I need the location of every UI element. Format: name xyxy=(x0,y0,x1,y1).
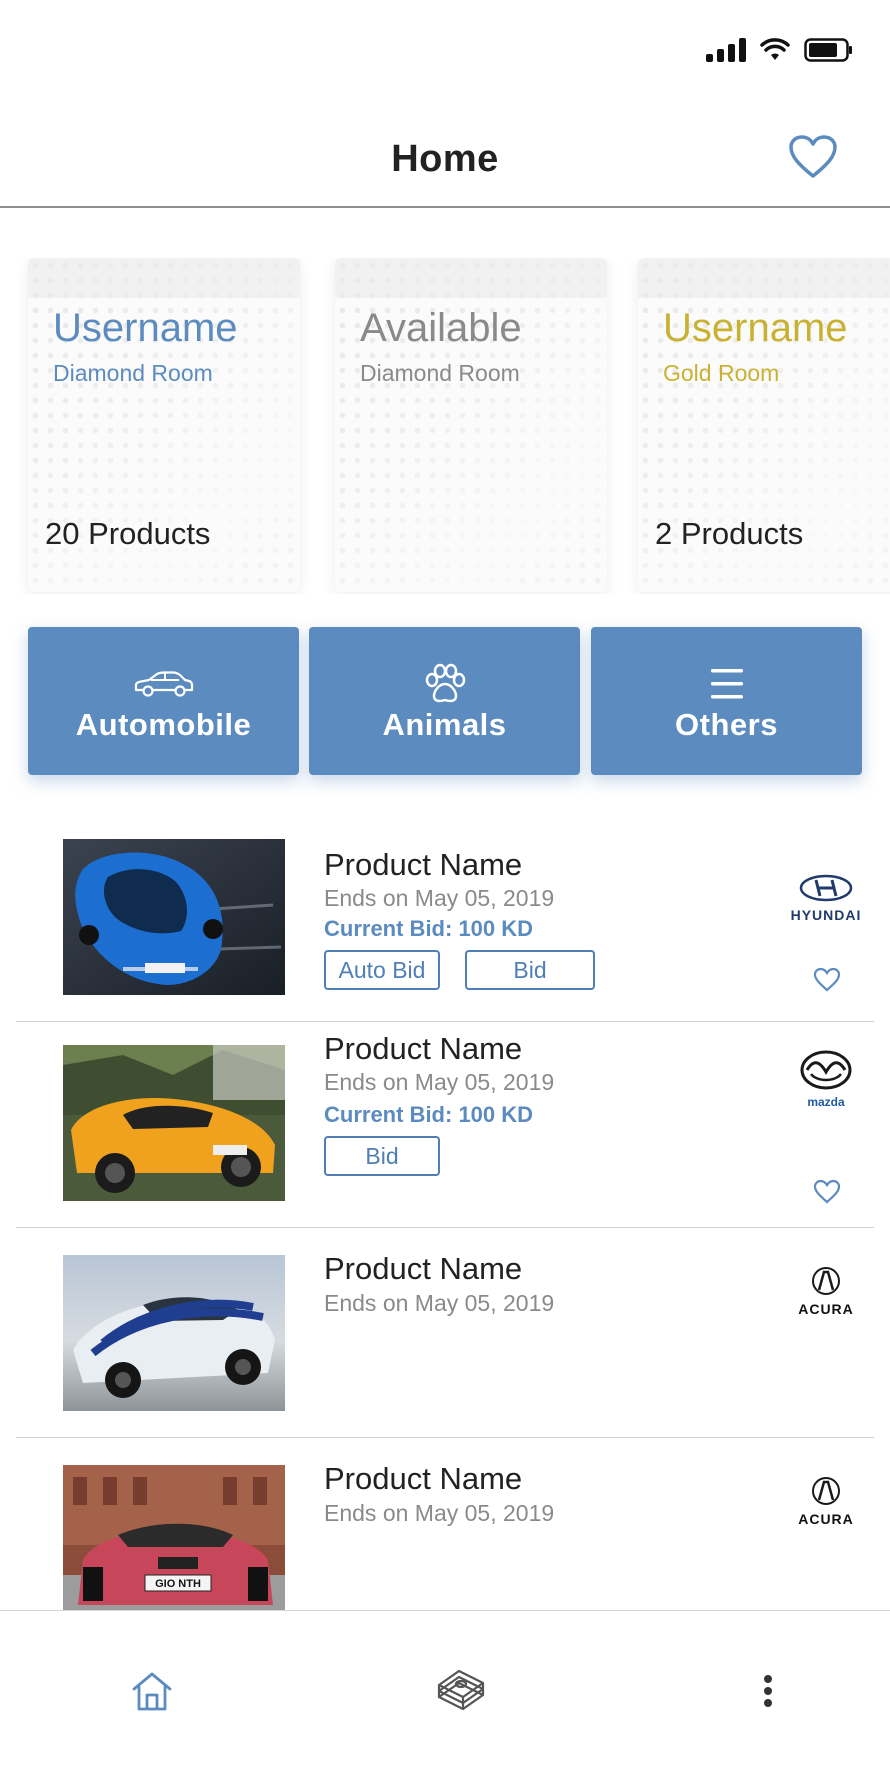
product-row[interactable]: Product Name Ends on May 05, 2019 Curren… xyxy=(16,820,874,1022)
product-row[interactable]: Product Name Ends on May 05, 2019 Curren… xyxy=(16,1022,874,1228)
status-icons xyxy=(706,38,854,62)
product-name: Product Name xyxy=(324,1251,523,1286)
bid-button[interactable]: Bid xyxy=(324,1136,440,1176)
brand-logo: mazda xyxy=(776,1050,876,1109)
red-car-photo: GIO NTH xyxy=(63,1465,285,1610)
more-vertical-icon xyxy=(764,1675,772,1707)
favorites-heart-icon[interactable] xyxy=(788,134,838,180)
brand-logo: HYUNDAI xyxy=(776,874,876,923)
category-label: Others xyxy=(675,707,778,742)
orange-car-photo xyxy=(63,1045,285,1201)
product-image[interactable]: GIO NTH xyxy=(63,1465,285,1610)
category-others-button[interactable]: Others xyxy=(591,627,862,775)
category-buttons: Automobile Animals Others xyxy=(28,627,862,775)
product-end-date: Ends on May 05, 2019 xyxy=(324,1500,555,1526)
product-name: Product Name xyxy=(324,1031,523,1066)
mazda-logo-icon xyxy=(800,1050,852,1090)
brand-name: HYUNDAI xyxy=(790,907,862,923)
product-list: Product Name Ends on May 05, 2019 Curren… xyxy=(0,820,890,1610)
product-row[interactable]: GIO NTH Product Name Ends on May 05, 201… xyxy=(16,1438,874,1610)
brand-name: mazda xyxy=(807,1095,845,1109)
nav-more-button[interactable] xyxy=(738,1661,798,1721)
acura-logo-icon xyxy=(812,1267,840,1295)
room-subtitle: Diamond Room xyxy=(53,360,213,386)
bid-button[interactable]: Bid xyxy=(465,950,595,990)
favorite-heart-icon[interactable] xyxy=(813,967,841,993)
license-plate-text: GIO NTH xyxy=(155,1578,201,1590)
brand-logo: ACURA xyxy=(776,1266,876,1317)
wifi-icon xyxy=(760,38,790,60)
brand-logo: ACURA xyxy=(776,1476,876,1527)
product-name: Product Name xyxy=(324,1461,523,1496)
menu-icon xyxy=(710,669,743,699)
category-animals-button[interactable]: Animals xyxy=(309,627,580,775)
nav-auctions-button[interactable] xyxy=(431,1661,491,1721)
favorite-heart-icon[interactable] xyxy=(813,1179,841,1205)
rooms-carousel: Username Diamond Room 20 Products Availa… xyxy=(0,258,890,594)
room-card[interactable]: Username Gold Room 2 Products xyxy=(638,258,890,592)
cellular-signal-icon xyxy=(706,38,746,62)
room-title: Username xyxy=(53,306,238,350)
acura-logo-icon xyxy=(812,1477,840,1505)
brand-name: ACURA xyxy=(798,1511,854,1527)
room-card[interactable]: Username Diamond Room 20 Products xyxy=(28,258,300,592)
current-bid: Current Bid: 100 KD xyxy=(324,1102,534,1127)
category-automobile-button[interactable]: Automobile xyxy=(28,627,299,775)
page-title: Home xyxy=(391,138,499,180)
current-bid: Current Bid: 100 KD xyxy=(324,916,534,941)
white-car-photo xyxy=(63,1255,285,1411)
money-stack-icon xyxy=(437,1669,485,1711)
bottom-navigation xyxy=(0,1610,890,1766)
hyundai-logo-icon xyxy=(799,874,853,902)
nav-home-button[interactable] xyxy=(122,1661,182,1721)
auto-bid-button[interactable]: Auto Bid xyxy=(324,950,440,990)
category-label: Animals xyxy=(382,707,507,742)
product-name: Product Name xyxy=(324,847,523,882)
product-end-date: Ends on May 05, 2019 xyxy=(324,885,555,911)
product-row[interactable]: Product Name Ends on May 05, 2019 ACURA xyxy=(16,1228,874,1438)
product-image[interactable] xyxy=(63,839,285,995)
room-product-count: 2 Products xyxy=(655,516,804,551)
room-title: Username xyxy=(663,306,848,350)
battery-icon xyxy=(804,38,852,62)
room-title: Available xyxy=(360,306,522,350)
room-subtitle: Gold Room xyxy=(663,360,780,386)
product-end-date: Ends on May 05, 2019 xyxy=(324,1069,555,1095)
product-image[interactable] xyxy=(63,1045,285,1201)
room-product-count: 20 Products xyxy=(45,516,211,551)
room-card[interactable]: Available Diamond Room xyxy=(335,258,607,592)
home-icon xyxy=(132,1672,172,1711)
paw-icon xyxy=(425,663,465,703)
product-end-date: Ends on May 05, 2019 xyxy=(324,1290,555,1316)
category-label: Automobile xyxy=(75,707,252,742)
status-bar xyxy=(0,0,890,100)
brand-name: ACURA xyxy=(798,1301,854,1317)
car-icon xyxy=(134,671,193,697)
product-image[interactable] xyxy=(63,1255,285,1411)
room-subtitle: Diamond Room xyxy=(360,360,520,386)
app-header: Home xyxy=(0,100,890,208)
blue-car-photo xyxy=(63,839,285,995)
